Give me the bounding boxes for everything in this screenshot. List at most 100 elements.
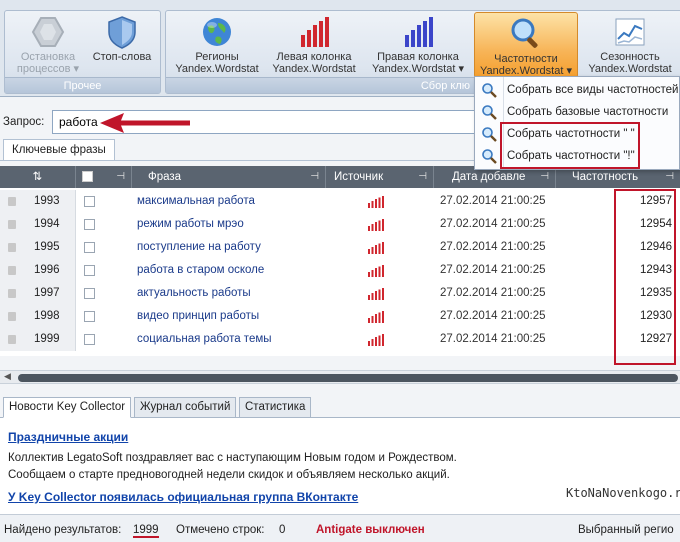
stop-hexagon-icon [31, 15, 65, 49]
row-checkbox[interactable] [84, 288, 95, 299]
news-text-1: Коллектив LegatoSoft поздравляет вас с н… [8, 452, 457, 464]
dropdown-item[interactable]: Собрать базовые частотности [475, 101, 679, 123]
row-number-cell: 1994 [0, 213, 76, 236]
news-link-holidays[interactable]: Праздничные акции [8, 430, 128, 444]
date-cell: 27.02.2014 21:00:25 [440, 287, 546, 299]
menu-highlight-box [500, 122, 640, 169]
right-column-label2: Yandex.Wordstat ▾ [372, 63, 464, 75]
row-check-cell [80, 213, 132, 236]
row-checkbox[interactable] [84, 242, 95, 253]
row-number-cell: 1995 [0, 236, 76, 259]
row-number-cell: 1993 [0, 190, 76, 213]
table-row[interactable]: 1993 максимальная работа 27.02.2014 21:00:… [0, 190, 680, 213]
lock-icon [8, 243, 16, 252]
scrollbar-thumb[interactable] [18, 374, 678, 382]
pin-icon[interactable]: ⊣ [116, 166, 125, 188]
table-row[interactable]: 1999 социальная работа темы 27.02.2014 21:… [0, 328, 680, 351]
wordstat-bars-icon [368, 334, 384, 346]
phrase-cell[interactable]: режим работы мрэо [137, 213, 327, 236]
table-row[interactable]: 1995 поступление на работу 27.02.2014 21:0… [0, 236, 680, 259]
row-checkbox[interactable] [84, 196, 95, 207]
row-number: 1996 [34, 264, 60, 276]
lock-icon [8, 289, 16, 298]
phrase-cell[interactable]: работа в старом осколе [137, 259, 327, 282]
query-row: Запрос: [0, 108, 476, 136]
found-label: Найдено результатов: [4, 524, 122, 536]
tab-keywords[interactable]: Ключевые фразы [3, 139, 115, 161]
regions-wordstat-button[interactable]: Регионы Yandex.Wordstat [172, 11, 262, 77]
header-freq-label: Частотность [572, 171, 639, 183]
row-number-cell: 1999 [0, 328, 76, 351]
found-value: 1999 [133, 524, 159, 538]
row-checkbox[interactable] [84, 334, 95, 345]
right-column-wordstat-button[interactable]: Правая колонка Yandex.Wordstat ▾ [366, 11, 470, 77]
table-row[interactable]: 1994 режим работы мрэо 27.02.2014 21:00:25… [0, 213, 680, 236]
left-column-wordstat-button[interactable]: Левая колонка Yandex.Wordstat [268, 11, 360, 77]
left-column-label: Левая колонка [276, 51, 352, 63]
lock-icon [8, 335, 16, 344]
keywords-table: ⇅ ⊣ Фраза ⊣ Источник ⊣ Дата добавле ⊣ Часто… [0, 166, 680, 356]
header-phrase[interactable]: Фраза ⊣ [132, 166, 326, 188]
right-column-label: Правая колонка [377, 51, 459, 63]
stop-processes-button[interactable]: Остановка процессов ▾ [11, 11, 85, 77]
row-check-cell [80, 282, 132, 305]
sort-icon: ⇅ [32, 171, 43, 183]
blue-bars-icon [401, 15, 435, 49]
row-number-cell: 1998 [0, 305, 76, 328]
red-arrow-annotation [100, 113, 190, 133]
pin-icon[interactable]: ⊣ [310, 166, 319, 188]
scroll-left-icon[interactable]: ◀ [4, 371, 11, 382]
lock-icon [8, 197, 16, 206]
row-checkbox[interactable] [84, 265, 95, 276]
frequencies-wordstat-button[interactable]: Частотности Yandex.Wordstat ▾ [474, 12, 578, 78]
wordstat-bars-icon [368, 311, 384, 323]
pin-icon[interactable]: ⊣ [418, 166, 427, 188]
regions-label2: Yandex.Wordstat [175, 63, 259, 75]
header-source-label: Источник [334, 171, 384, 183]
horizontal-scrollbar[interactable]: ◀ [0, 370, 680, 384]
row-check-cell [80, 236, 132, 259]
phrase-cell[interactable]: социальная работа темы [137, 328, 327, 351]
row-number-cell: 1997 [0, 282, 76, 305]
tab-event-log[interactable]: Журнал событий [134, 397, 237, 418]
magnifier-icon [482, 149, 497, 164]
group-caption-misc: Прочее [5, 77, 160, 93]
phrase-cell[interactable]: максимальная работа [137, 190, 327, 213]
news-link-vk[interactable]: У Key Collector появилась официальная гр… [8, 490, 358, 504]
table-row[interactable]: 1996 работа в старом осколе 27.02.2014 21:… [0, 259, 680, 282]
magnifier-icon [509, 17, 543, 51]
source-cell [330, 259, 434, 282]
header-checkbox[interactable] [82, 171, 93, 183]
antigate-status: Antigate выключен [316, 524, 425, 536]
source-cell [330, 190, 434, 213]
row-number: 1993 [34, 195, 60, 207]
date-cell: 27.02.2014 21:00:25 [440, 333, 546, 345]
header-check[interactable]: ⊣ [76, 166, 132, 188]
row-number: 1998 [34, 310, 60, 322]
region-status: Выбранный регио [578, 524, 674, 536]
stop-words-button[interactable]: Стоп-слова [87, 11, 157, 77]
dropdown-item-label: Собрать все виды частотностей [507, 84, 679, 96]
header-sort[interactable]: ⇅ [0, 166, 76, 188]
tab-news[interactable]: Новости Key Collector [3, 397, 132, 418]
table-row[interactable]: 1998 видео принцип работы 27.02.2014 21:00… [0, 305, 680, 328]
phrase-cell[interactable]: видео принцип работы [137, 305, 327, 328]
news-text-2: Сообщаем о старте предновогодней недели … [8, 469, 450, 481]
row-check-cell [80, 305, 132, 328]
source-cell [330, 305, 434, 328]
phrase-cell[interactable]: актуальность работы [137, 282, 327, 305]
tab-statistics[interactable]: Статистика [239, 397, 312, 418]
wordstat-bars-icon [368, 288, 384, 300]
date-cell: 27.02.2014 21:00:25 [440, 195, 546, 207]
row-checkbox[interactable] [84, 219, 95, 230]
row-checkbox[interactable] [84, 311, 95, 322]
dropdown-item[interactable]: Собрать все виды частотностей [475, 79, 679, 101]
status-bar: Найдено результатов: 1999 Отмечено строк… [0, 514, 680, 542]
seasonality-wordstat-button[interactable]: Сезонность Yandex.Wordstat [580, 11, 680, 77]
phrase-cell[interactable]: поступление на работу [137, 236, 327, 259]
row-number: 1995 [34, 241, 60, 253]
header-source[interactable]: Источник ⊣ [326, 166, 434, 188]
table-row[interactable]: 1997 актуальность работы 27.02.2014 21:00:… [0, 282, 680, 305]
marked-value: 0 [279, 524, 286, 536]
magnifier-icon [482, 127, 497, 142]
